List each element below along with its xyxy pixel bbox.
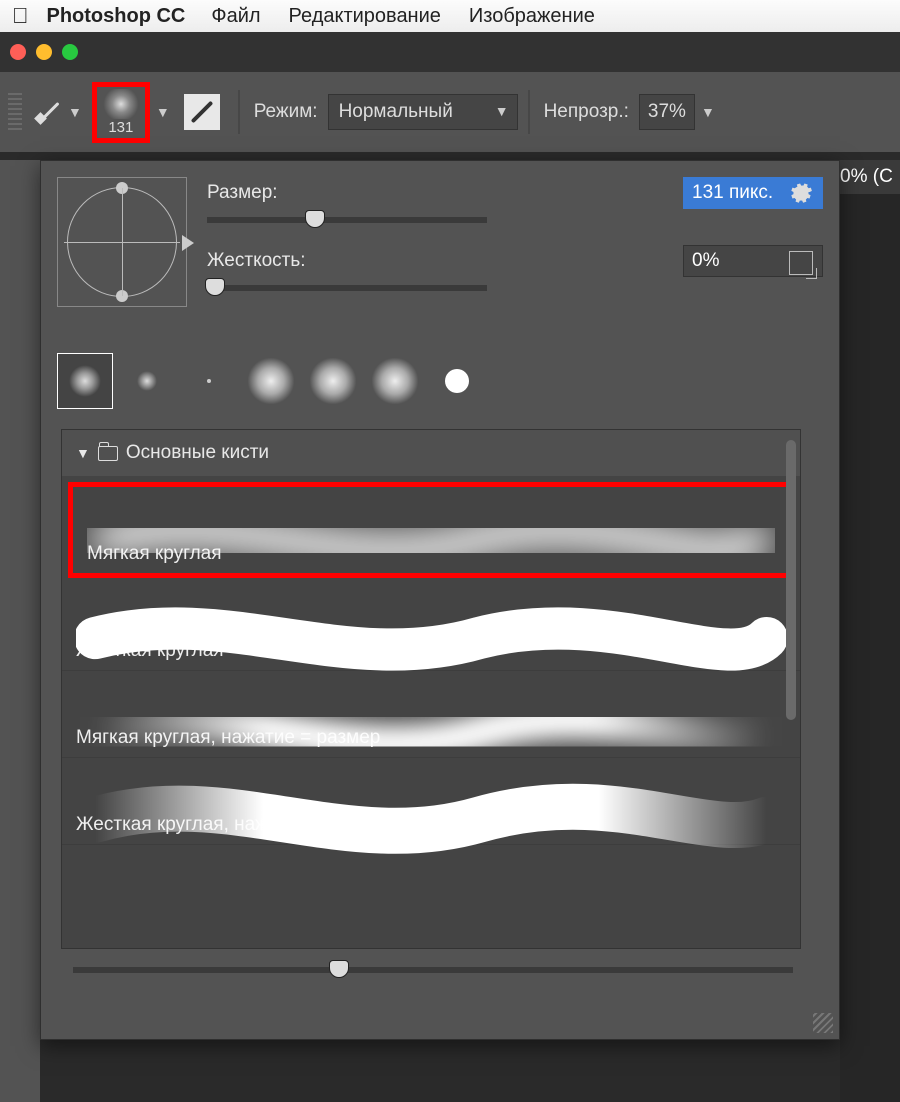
resize-grip-icon[interactable] [813,1013,833,1033]
brush-tip-soft-small[interactable] [119,353,175,409]
brush-tip-soft[interactable] [57,353,113,409]
brush-tip-large[interactable] [305,353,361,409]
chevron-down-icon[interactable]: ▼ [156,104,170,120]
brush-list: ▼ Основные кисти Мягкая кругл [61,429,801,949]
canvas-area[interactable] [840,194,900,1102]
brush-preview-icon [101,89,141,119]
apple-menu-icon[interactable]:  [12,3,29,29]
blend-mode-value: Нормальный [339,101,453,122]
options-bar-grip[interactable] [8,93,22,131]
brush-settings-toggle[interactable] [184,94,220,130]
menu-file[interactable]: Файл [211,5,260,28]
brush-list-item[interactable]: Жесткая круглая [62,584,800,671]
hardness-slider[interactable] [207,285,487,291]
size-slider[interactable] [207,217,487,223]
brush-tip-large[interactable] [367,353,423,409]
brush-tip-tiny[interactable] [181,353,237,409]
traffic-lights [10,44,78,60]
menu-image[interactable]: Изображение [469,5,595,28]
menu-edit[interactable]: Редактирование [289,5,441,28]
blend-mode-label: Режим: [254,101,318,123]
scrollbar[interactable] [786,440,796,720]
brush-tip-hard[interactable] [429,353,485,409]
opacity-label: Непрозр.: [544,101,629,123]
window-titlebar [0,32,900,72]
brush-list-item[interactable]: Мягкая круглая [68,482,794,578]
tool-options-bar: ▼ 131 ▼ Режим: Нормальный ▼ Непрозр.: 37… [0,72,900,152]
folder-icon [98,446,118,461]
chevron-down-icon: ▼ [68,104,82,120]
brush-size-readout: 131 [101,119,141,136]
brush-icon [38,99,64,125]
brush-preset-picker[interactable]: 131 [92,82,150,143]
brush-preview-size-slider[interactable] [73,967,793,973]
new-preset-icon[interactable] [789,251,813,275]
close-window-button[interactable] [10,44,26,60]
brush-tip-large[interactable] [243,353,299,409]
gear-icon[interactable] [787,179,813,205]
separator [238,90,240,134]
brush-angle-control[interactable] [57,177,187,307]
brush-stroke-preview [87,495,775,537]
macos-menubar:  Photoshop CC Файл Редактирование Изобр… [0,0,900,32]
brush-stroke-preview [76,592,786,634]
chevron-down-icon[interactable]: ▼ [701,104,715,120]
opacity-field[interactable]: 37% [639,94,695,130]
brush-list-item[interactable]: Мягкая круглая, нажатие = размер [62,671,800,758]
separator [528,90,530,134]
hardness-label: Жесткость: [207,250,306,272]
brush-stroke-preview [76,679,786,721]
minimize-window-button[interactable] [36,44,52,60]
brush-tip-history [57,353,823,409]
app-menu[interactable]: Photoshop CC [47,5,186,28]
size-label: Размер: [207,182,278,204]
brush-tool-select[interactable]: ▼ [34,95,86,129]
tools-panel[interactable] [0,160,40,1102]
chevron-down-icon: ▼ [76,445,90,461]
brush-preset-panel: Размер: 131 пикс. Жесткость: 0% [40,160,840,1040]
blend-mode-dropdown[interactable]: Нормальный ▼ [328,94,518,130]
zoom-window-button[interactable] [62,44,78,60]
brush-folder[interactable]: ▼ Основные кисти [62,430,800,476]
brush-list-item[interactable]: Жесткая круглая, нажатие = размер [62,758,800,845]
chevron-down-icon: ▼ [495,103,509,119]
folder-label: Основные кисти [126,442,269,464]
brush-stroke-preview [76,766,786,808]
